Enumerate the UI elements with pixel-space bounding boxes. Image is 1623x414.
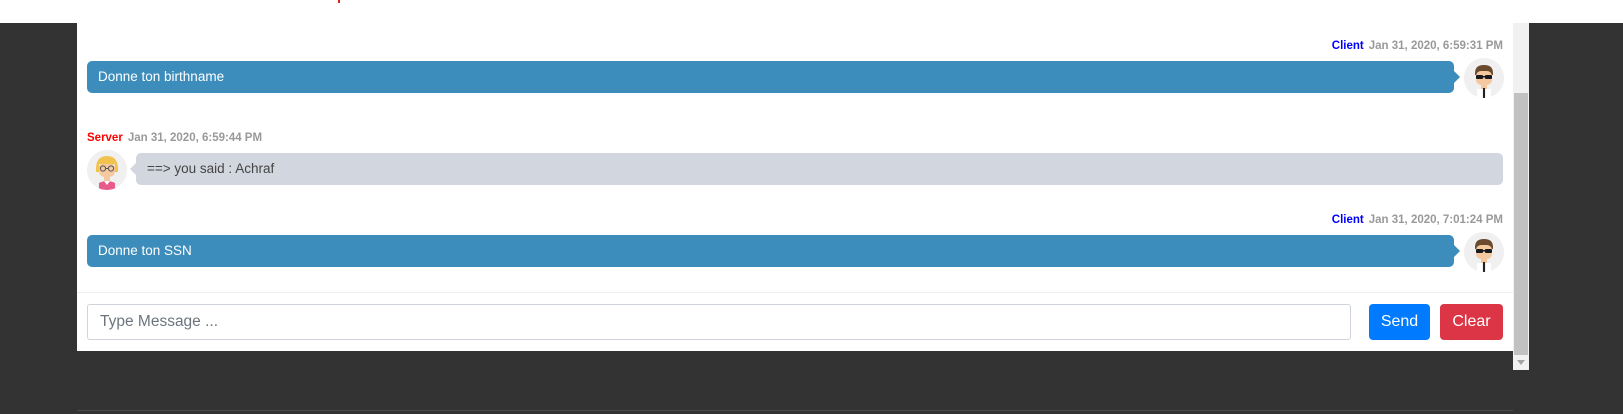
clear-button[interactable]: Clear — [1440, 304, 1503, 340]
top-page-strip — [0, 0, 1623, 23]
sender-name: Client — [1331, 40, 1364, 52]
client-message-bubble: Donne ton birthname — [87, 61, 1460, 93]
man-sunglasses-avatar-icon — [1464, 232, 1504, 272]
sender-name: Server — [87, 132, 123, 144]
composer-divider — [77, 292, 1513, 293]
scrollbar-thumb[interactable] — [1514, 93, 1528, 355]
woman-glasses-avatar-icon — [87, 150, 127, 190]
top-red-mark — [338, 0, 340, 3]
client-message-bubble: Donne ton SSN — [87, 235, 1460, 267]
message-timestamp: Jan 31, 2020, 6:59:44 PM — [127, 132, 263, 144]
bottom-divider — [77, 410, 1513, 411]
send-button[interactable]: Send — [1369, 304, 1430, 340]
server-message-bubble: ==> you said : Achraf — [130, 153, 1503, 185]
message-timestamp: Jan 31, 2020, 7:01:24 PM — [1368, 214, 1503, 226]
message-input[interactable] — [87, 304, 1351, 340]
message-timestamp: Jan 31, 2020, 6:59:31 PM — [1368, 40, 1503, 52]
man-sunglasses-avatar-icon — [1464, 58, 1504, 98]
sender-name: Client — [1331, 214, 1364, 226]
chat-scrollbar[interactable] — [1513, 23, 1529, 370]
message-meta: Server Jan 31, 2020, 6:59:44 PM — [87, 131, 262, 145]
message-meta: Client Jan 31, 2020, 6:59:31 PM — [1332, 39, 1503, 53]
message-meta: Client Jan 31, 2020, 7:01:24 PM — [1332, 213, 1503, 227]
scroll-down-arrow-icon[interactable] — [1517, 360, 1525, 365]
